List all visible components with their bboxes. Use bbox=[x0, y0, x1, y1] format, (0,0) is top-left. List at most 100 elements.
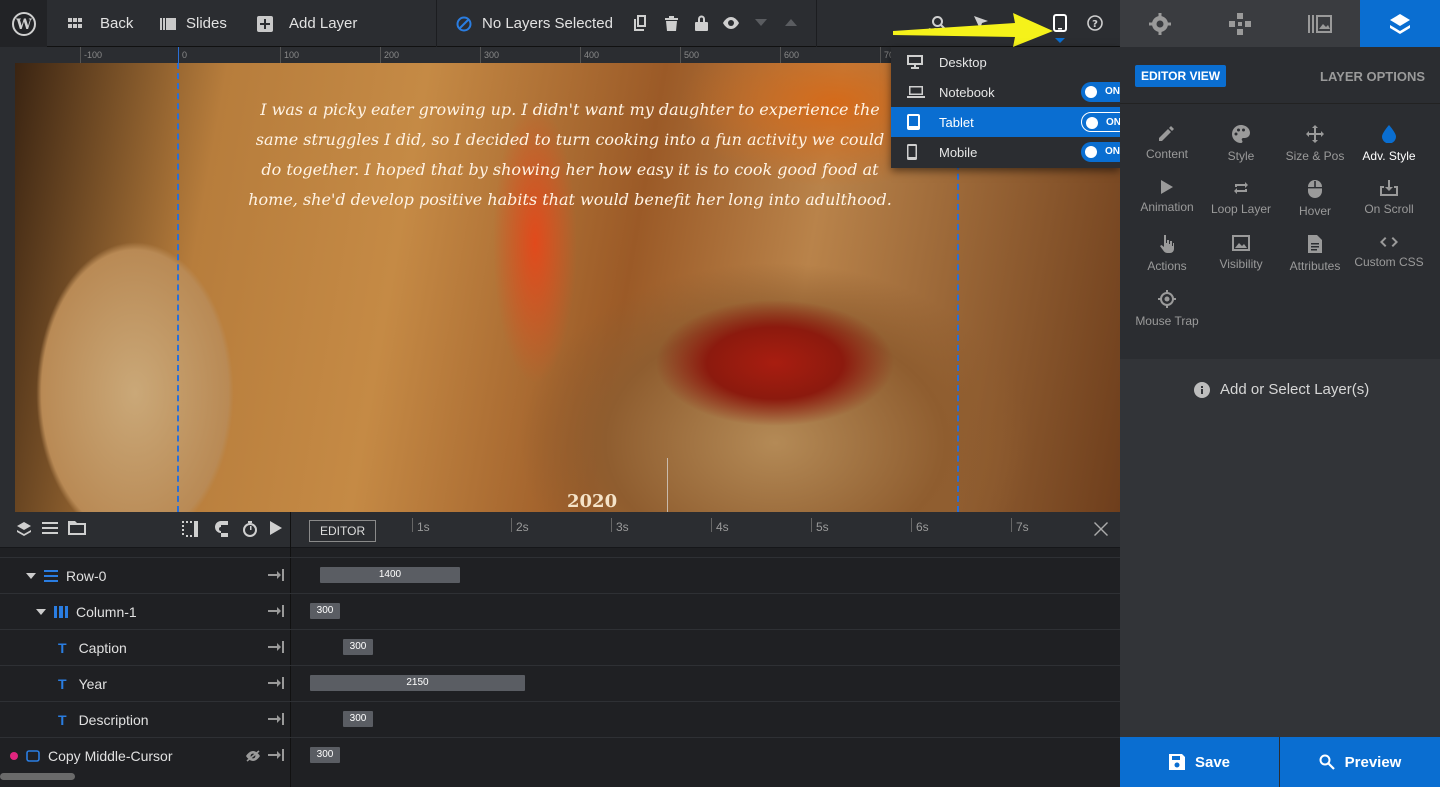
timeline-bar[interactable]: 300 bbox=[343, 711, 373, 727]
timeline-panel: EDITOR 1s 2s 3s 4s 5s 6s 7s Row-0 1400 C… bbox=[0, 512, 1120, 787]
option-mouse-trap[interactable]: Mouse Trap bbox=[1130, 290, 1204, 338]
option-animation[interactable]: Animation bbox=[1130, 180, 1204, 228]
option-on-scroll[interactable]: On Scroll bbox=[1352, 180, 1426, 228]
option-style[interactable]: Style bbox=[1204, 125, 1278, 173]
align-end-icon[interactable] bbox=[268, 605, 284, 617]
year-layer[interactable]: 2020 bbox=[567, 491, 617, 512]
tab-navigation[interactable] bbox=[1200, 0, 1280, 47]
tab-slides[interactable] bbox=[1280, 0, 1360, 47]
back-button[interactable]: Back bbox=[68, 0, 133, 47]
align-end-icon[interactable] bbox=[268, 749, 284, 761]
ruler-tick: 300 bbox=[484, 50, 500, 60]
device-item-notebook[interactable]: Notebook ON bbox=[891, 77, 1129, 107]
layer-name: Caption bbox=[78, 640, 127, 656]
move-up-icon[interactable] bbox=[780, 12, 802, 34]
folder-icon[interactable] bbox=[68, 521, 86, 535]
highlight-arrow-icon bbox=[893, 13, 1053, 47]
timer-icon[interactable] bbox=[242, 521, 258, 537]
option-visibility[interactable]: Visibility bbox=[1204, 235, 1278, 283]
timeline-row-column-1[interactable]: Column-1 300 bbox=[0, 593, 1120, 629]
ruler-tick: -100 bbox=[84, 50, 103, 60]
device-label: Tablet bbox=[939, 114, 974, 130]
move-down-icon[interactable] bbox=[750, 12, 772, 34]
floppy-disk-icon bbox=[1168, 754, 1185, 770]
layers-view-icon[interactable] bbox=[16, 521, 32, 537]
timeline-row-copy-middle-cursor[interactable]: Copy Middle-Cursor 300 bbox=[0, 737, 1120, 773]
timeline-bar[interactable]: 300 bbox=[310, 747, 340, 763]
option-content[interactable]: Content bbox=[1130, 125, 1204, 173]
align-end-icon[interactable] bbox=[268, 569, 284, 581]
play-icon bbox=[1161, 180, 1173, 194]
timeline-bar[interactable]: 1400 bbox=[320, 567, 460, 583]
grid-icon bbox=[68, 17, 82, 28]
sidebar-divider bbox=[1120, 103, 1440, 104]
align-end-icon[interactable] bbox=[268, 641, 284, 653]
device-label: Desktop bbox=[939, 54, 987, 70]
timeline-row-year[interactable]: T Year 2150 bbox=[0, 665, 1120, 701]
sidebar-content-area bbox=[1120, 359, 1440, 737]
save-button[interactable]: Save bbox=[1120, 737, 1279, 787]
device-item-mobile[interactable]: Mobile ON bbox=[891, 137, 1129, 167]
timeline-second: 6s bbox=[911, 518, 929, 534]
option-label: Mouse Trap bbox=[1135, 314, 1199, 328]
device-label: Notebook bbox=[939, 84, 995, 100]
layer-options-tab[interactable]: LAYER OPTIONS bbox=[1320, 69, 1425, 84]
device-item-tablet[interactable]: Tablet ON bbox=[891, 107, 1129, 137]
option-label: Adv. Style bbox=[1362, 149, 1416, 163]
timeline-scrollbar[interactable] bbox=[0, 773, 75, 780]
editor-tag[interactable]: EDITOR bbox=[309, 520, 377, 542]
toggle-label: ON bbox=[1106, 117, 1121, 128]
align-end-icon[interactable] bbox=[268, 713, 284, 725]
timeline-row-row-0[interactable]: Row-0 1400 bbox=[0, 557, 1120, 593]
option-loop-layer[interactable]: Loop Layer bbox=[1204, 180, 1278, 228]
option-adv-style[interactable]: Adv. Style bbox=[1352, 125, 1426, 173]
eye-hidden-icon[interactable] bbox=[246, 750, 260, 762]
layer-name: Column-1 bbox=[76, 604, 137, 620]
eye-icon[interactable] bbox=[720, 12, 742, 34]
ruler-tick: 500 bbox=[684, 50, 700, 60]
option-label: Loop Layer bbox=[1210, 202, 1272, 216]
option-hover[interactable]: Hover bbox=[1278, 180, 1352, 228]
lock-icon[interactable] bbox=[690, 12, 712, 34]
trash-icon[interactable] bbox=[660, 12, 682, 34]
active-device-caret-icon bbox=[1055, 38, 1065, 43]
timeline-bar[interactable]: 300 bbox=[343, 639, 373, 655]
timeline-bar[interactable]: 2150 bbox=[310, 675, 525, 691]
option-custom-css[interactable]: Custom CSS bbox=[1352, 235, 1426, 283]
add-layer-button[interactable]: Add Layer bbox=[257, 0, 357, 47]
back-label: Back bbox=[100, 15, 134, 32]
option-attributes[interactable]: Attributes bbox=[1278, 235, 1352, 283]
mobile-icon bbox=[907, 144, 917, 160]
tab-settings[interactable] bbox=[1120, 0, 1200, 47]
list-view-icon[interactable] bbox=[42, 521, 58, 535]
timeline-row-description[interactable]: T Description 300 bbox=[0, 701, 1120, 737]
ruler-tick: 600 bbox=[784, 50, 800, 60]
toggle-label: ON bbox=[1105, 146, 1120, 157]
option-label: Custom CSS bbox=[1354, 255, 1424, 269]
timeline-row-caption[interactable]: T Caption 300 bbox=[0, 629, 1120, 665]
play-icon[interactable] bbox=[270, 521, 282, 535]
align-end-icon[interactable] bbox=[268, 677, 284, 689]
sidebar-tabs bbox=[1120, 0, 1440, 47]
preview-button[interactable]: Preview bbox=[1280, 737, 1440, 787]
timeline-bar[interactable]: 300 bbox=[310, 603, 340, 619]
vertical-ruler bbox=[0, 63, 15, 512]
description-layer[interactable]: I was a picky eater growing up. I didn't… bbox=[245, 95, 895, 215]
divider-line-layer bbox=[667, 458, 668, 512]
tablet-icon bbox=[1053, 14, 1067, 32]
option-size-pos[interactable]: Size & Pos bbox=[1278, 125, 1352, 173]
help-icon[interactable]: ? bbox=[1084, 12, 1106, 34]
drop-icon bbox=[1382, 125, 1396, 143]
grid-snap-icon[interactable] bbox=[182, 521, 198, 537]
close-icon[interactable] bbox=[1094, 522, 1108, 536]
editor-view-badge[interactable]: EDITOR VIEW bbox=[1135, 65, 1227, 87]
magnet-icon[interactable] bbox=[212, 521, 228, 537]
wordpress-logo-button[interactable]: W bbox=[0, 0, 47, 47]
visibility-image-icon bbox=[1232, 235, 1250, 251]
device-item-desktop[interactable]: Desktop bbox=[891, 47, 1120, 77]
option-label: Content bbox=[1145, 147, 1189, 161]
option-actions[interactable]: Actions bbox=[1130, 235, 1204, 283]
tab-layers[interactable] bbox=[1360, 0, 1440, 47]
duplicate-icon[interactable] bbox=[630, 12, 652, 34]
slides-button[interactable]: Slides bbox=[160, 0, 227, 47]
